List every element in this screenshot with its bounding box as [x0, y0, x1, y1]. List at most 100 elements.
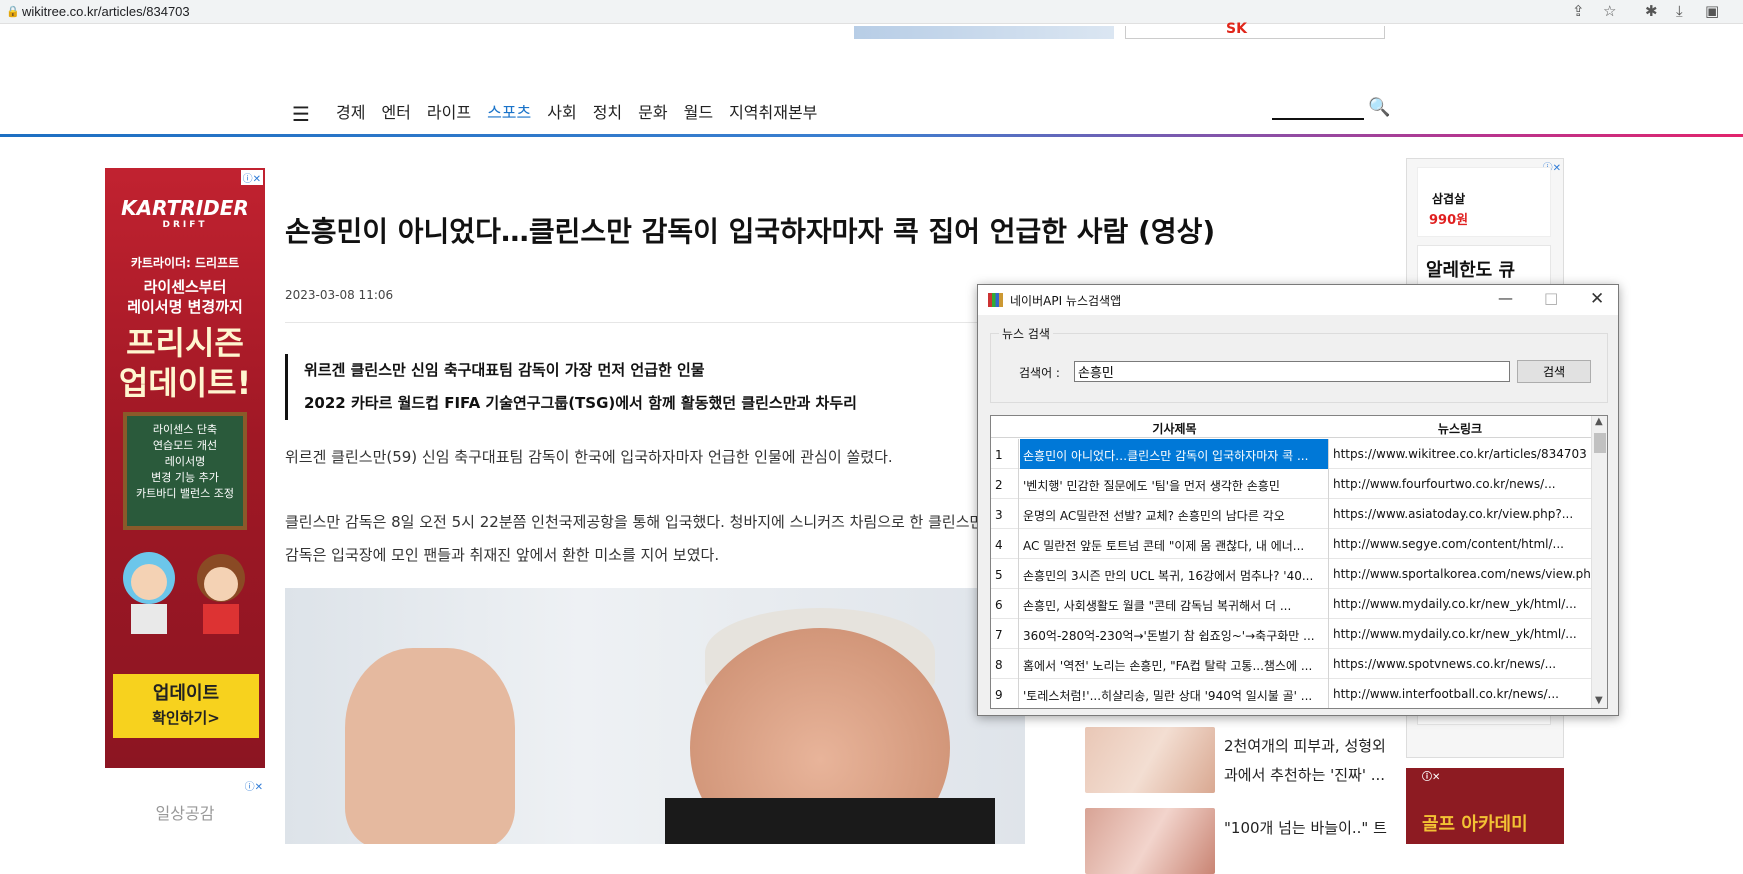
row-title[interactable]: '벤치행' 민감한 질문에도 '팀'을 먼저 생각한 손흥민 [1020, 469, 1329, 499]
row-number: 6 [991, 589, 1019, 619]
ad-info-icon[interactable]: ⓘ✕ [1422, 768, 1562, 783]
recommend-thumb[interactable] [1085, 727, 1215, 793]
row-title[interactable]: 운명의 AC밀란전 선발? 교체? 손흥민의 남다른 각오 [1020, 499, 1329, 529]
row-link[interactable]: http://www.segye.com/content/html/... [1330, 529, 1590, 559]
article-summary: 위르겐 클린스만 신임 축구대표팀 감독이 가장 먼저 언급한 인물 2022 … [285, 354, 857, 420]
nav-item-life[interactable]: 라이프 [427, 99, 471, 123]
nav-item-culture[interactable]: 문화 [638, 99, 667, 123]
row-link[interactable]: http://www.mydaily.co.kr/new_yk/html/... [1330, 589, 1590, 619]
table-row[interactable]: 7 360억-280억-230억→'돈벌기 참 쉽죠잉~'→축구화만 ... htt… [991, 619, 1591, 649]
share-icon[interactable]: ⇪ [1572, 2, 1585, 20]
board-line: 변경 기능 추가 [151, 471, 219, 484]
close-icon[interactable]: ✕ [1590, 289, 1604, 309]
row-title[interactable]: AC 밀란전 앞둔 토트넘 콘테 "이제 몸 괜찮다, 내 에너... [1020, 529, 1329, 559]
row-title[interactable]: 360억-280억-230억→'돈벌기 참 쉽죠잉~'→축구화만 ... [1020, 619, 1329, 649]
table-row[interactable]: 6 손흥민, 사회생활도 월클 "콘테 감독님 복귀해서 더 ... http://… [991, 589, 1591, 619]
article-title: 손흥민이 아니었다…클린스만 감독이 입국하자마자 콕 집어 언급한 사람 (영… [285, 215, 1216, 248]
row-title[interactable]: 손흥민의 3시즌 만의 UCL 복귀, 16강에서 멈추나? '40... [1020, 559, 1329, 589]
table-row[interactable]: 9 '토레스처럼!'...히샬리송, 밀란 상대 '940억 일시불 골' ...… [991, 679, 1591, 708]
scroll-up-icon[interactable]: ▲ [1595, 416, 1603, 427]
table-row[interactable]: 5 손흥민의 3시즌 만의 UCL 복귀, 16강에서 멈추나? '40... ht… [991, 559, 1591, 589]
ad-box-text: 알레한도 큐 [1426, 260, 1516, 281]
column-title[interactable]: 기사제목 [1020, 420, 1329, 437]
table-row[interactable]: 8 홈에서 '역전' 노리는 손흥민, "FA컵 탈락 고통...챔스에 ... h… [991, 649, 1591, 679]
top-banner-ad-2[interactable]: SK [1125, 21, 1385, 39]
summary-line-2: 2022 카타르 월드컵 FIFA 기술연구그룹(TSG)에서 함께 활동했던 … [304, 394, 857, 412]
recommend-text[interactable]: 2천여개의 피부과, 성형외과에서 추천하는 '진짜' ... [1224, 732, 1394, 790]
ad-update-button[interactable]: 업데이트 확인하기> [113, 674, 259, 738]
minimize-icon[interactable]: — [1498, 289, 1513, 307]
maximize-icon[interactable]: □ [1544, 289, 1558, 307]
column-link[interactable]: 뉴스링크 [1330, 420, 1590, 437]
row-link[interactable]: https://www.wikitree.co.kr/articles/8347… [1330, 439, 1590, 469]
grid-scrollbar[interactable]: ▲ ▼ [1591, 416, 1607, 708]
row-title[interactable]: 홈에서 '역전' 노리는 손흥민, "FA컵 탈락 고통...챔스에 ... [1020, 649, 1329, 679]
table-row[interactable]: 1 손흥민이 아니었다…클린스만 감독이 입국하자마자 콕 ... https://… [991, 439, 1591, 469]
row-link[interactable]: https://www.spotvnews.co.kr/news/... [1330, 649, 1590, 679]
window-titlebar[interactable]: 네이버API 뉴스검색앱 — □ ✕ [978, 285, 1618, 315]
row-link[interactable]: https://www.asiatoday.co.kr/view.php?... [1330, 499, 1590, 529]
scroll-down-icon[interactable]: ▼ [1595, 695, 1603, 706]
keyword-input[interactable] [1074, 361, 1510, 382]
ad-product-name: 삼겹살 [1432, 192, 1466, 206]
star-icon[interactable]: ☆ [1603, 2, 1616, 20]
recommend-thumb[interactable] [1085, 808, 1215, 874]
scroll-thumb[interactable] [1594, 433, 1606, 453]
table-row[interactable]: 3 운명의 AC밀란전 선발? 교체? 손흥민의 남다른 각오 https://ww… [991, 499, 1591, 529]
ad-info-icon[interactable]: ⓘ✕ [245, 778, 263, 793]
row-title[interactable]: 손흥민, 사회생활도 월클 "콘테 감독님 복귀해서 더 ... [1020, 589, 1329, 619]
site-search-input[interactable] [1272, 118, 1364, 120]
row-link[interactable]: http://www.fourfourtwo.co.kr/news/... [1330, 469, 1590, 499]
ad-info-icon[interactable]: ⓘ✕ [240, 170, 263, 185]
url-text[interactable]: wikitree.co.kr/articles/834703 [22, 4, 190, 19]
browser-address-bar[interactable]: 🔒 wikitree.co.kr/articles/834703 ⇪ ☆ ✱ ⤓… [0, 0, 1743, 24]
news-search-window: 네이버API 뉴스검색앱 — □ ✕ 뉴스 검색 검색어 : 검색 기사제목 뉴… [977, 284, 1619, 716]
ad-update-label: 업데이트 [152, 683, 220, 704]
row-link[interactable]: http://www.mydaily.co.kr/new_yk/html/... [1330, 619, 1590, 649]
row-title[interactable]: 손흥민이 아니었다…클린스만 감독이 입국하자마자 콕 ... [1020, 439, 1329, 469]
download-icon[interactable]: ⤓ [1676, 2, 1683, 20]
recommend-text[interactable]: "100개 넘는 바늘이.." 트 [1224, 814, 1394, 843]
row-link[interactable]: http://www.interfootball.co.kr/news/... [1330, 679, 1590, 708]
table-row[interactable]: 2 '벤치행' 민감한 질문에도 '팀'을 먼저 생각한 손흥민 http://ww… [991, 469, 1591, 499]
nav-item-regional[interactable]: 지역취재본부 [729, 99, 817, 123]
menu-icon[interactable]: ☰ [292, 102, 310, 126]
ad-line-2: 라이센스부터 [143, 278, 227, 296]
ad-line-1: 카트라이더: 드리프트 [130, 256, 240, 270]
photo-scarf [665, 798, 995, 844]
ad-line-5: 업데이트! [118, 364, 252, 402]
row-number: 8 [991, 649, 1019, 679]
nav-item-entertainment[interactable]: 엔터 [381, 99, 410, 123]
article-date: 2023-03-08 11:06 [285, 288, 394, 302]
divider [285, 322, 985, 323]
nav-item-sports[interactable]: 스포츠 [487, 99, 531, 123]
table-row[interactable]: 4 AC 밀란전 앞둔 토트넘 콘테 "이제 몸 괜찮다, 내 에너... http… [991, 529, 1591, 559]
row-title[interactable]: '토레스처럼!'...히샬리송, 밀란 상대 '940억 일시불 골' ... [1020, 679, 1329, 708]
nav-item-society[interactable]: 사회 [547, 99, 576, 123]
extensions-icon[interactable]: ✱ [1645, 2, 1658, 20]
right-ad-banner-2[interactable]: ⓘ✕ 골프 아카데미 [1406, 768, 1564, 844]
keyword-label: 검색어 : [1019, 366, 1060, 380]
top-banner-ad[interactable] [854, 26, 1114, 39]
nav-item-politics[interactable]: 정치 [593, 99, 622, 123]
nav-divider [0, 134, 1743, 137]
left-ad-banner-2[interactable]: ⓘ✕ 일상공감 [105, 778, 265, 844]
summary-line-1: 위르겐 클린스만 신임 축구대표팀 감독이 가장 먼저 언급한 인물 [304, 361, 705, 379]
sk-logo: SK [1226, 21, 1247, 37]
lock-icon: 🔒 [6, 5, 20, 18]
ad-line-3: 레이서명 변경까지 [127, 298, 243, 316]
board-line: 라이센스 단축 [152, 423, 218, 436]
search-icon[interactable]: 🔍 [1368, 97, 1390, 118]
ad-price: 990원 [1429, 213, 1469, 228]
nav-item-economy[interactable]: 경제 [336, 99, 365, 123]
nav-item-world[interactable]: 월드 [684, 99, 713, 123]
row-number: 3 [991, 499, 1019, 529]
photo-hand [345, 648, 515, 844]
row-number: 2 [991, 469, 1019, 499]
sidebar-icon[interactable]: ▣ [1705, 2, 1719, 20]
left-ad-banner[interactable]: ⓘ✕ KARTRIDER DRIFT 카트라이더: 드리프트 라이센스부터 레이… [105, 168, 265, 768]
search-button[interactable]: 검색 [1517, 360, 1591, 383]
category-menu: 경제 엔터 라이프 스포츠 사회 정치 문화 월드 지역취재본부 [336, 99, 817, 123]
results-grid[interactable]: 기사제목 뉴스링크 1 손흥민이 아니었다…클린스만 감독이 입국하자마자 콕 .… [990, 415, 1608, 709]
row-link[interactable]: http://www.sportalkorea.com/news/view.ph… [1330, 559, 1590, 589]
